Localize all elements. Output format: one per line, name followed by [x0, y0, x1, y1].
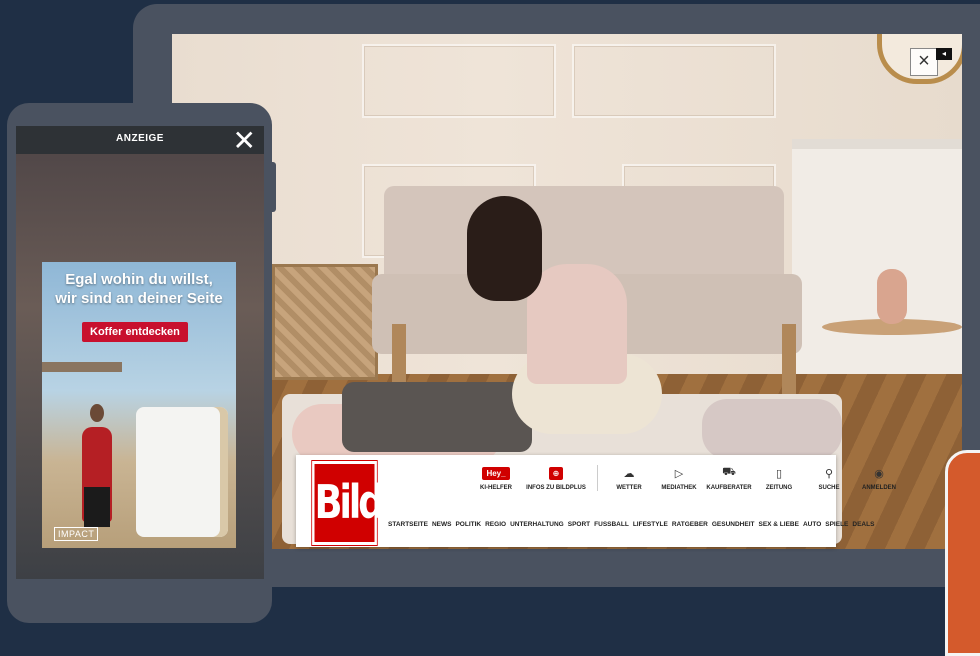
nav-sex-liebe[interactable]: SEX & LIEBE [758, 521, 798, 528]
tool-label: WETTER [616, 485, 642, 491]
nav-fussball[interactable]: FUSSBALL [594, 521, 629, 528]
tool-suche[interactable]: ⚲ SUCHE [804, 465, 854, 492]
fireplace [792, 139, 962, 379]
nav-spiele[interactable]: SPIELE [825, 521, 848, 528]
bild-header: Bild Hey_ KI-HELFER ⊕ INFOS ZU BILDPLUS … [296, 455, 896, 547]
tool-label: MEDIATHEK [661, 485, 697, 491]
tool-kaufberater[interactable]: ⛟ KAUFBERATER [704, 465, 754, 491]
nav-regio[interactable]: REGIO [485, 521, 506, 528]
ad-creative[interactable]: Egal wohin du willst, wir sind an deiner… [42, 262, 236, 548]
umbrella [42, 362, 122, 372]
divider [597, 465, 598, 491]
tool-ki-helfer[interactable]: Hey_ KI-HELFER [471, 465, 521, 491]
hey-icon: Hey_ [482, 466, 510, 480]
person-head [90, 404, 104, 422]
vase [877, 269, 907, 324]
orange-card [945, 450, 980, 656]
play-icon: ▷ [674, 467, 684, 480]
suitcase [136, 407, 228, 537]
brand-logo: IMPACT [54, 527, 99, 541]
phone-side-button [268, 162, 276, 212]
user-icon: ◉ [874, 467, 884, 480]
nav-startseite[interactable]: STARTSEITE [388, 521, 428, 528]
nav-ratgeber[interactable]: RATGEBER [672, 521, 708, 528]
ad-headline: Egal wohin du willst, wir sind an deiner… [42, 270, 236, 308]
person-hair [467, 196, 542, 301]
bild-logo[interactable]: Bild [312, 461, 385, 545]
tool-wetter[interactable]: ☁ WETTER [604, 465, 654, 492]
tool-label: SUCHE [818, 485, 840, 491]
nav-politik[interactable]: POLITIK [455, 521, 481, 528]
nav-gesundheit[interactable]: GESUNDHEIT [712, 521, 755, 528]
ad-header: ANZEIGE ✕ [16, 124, 264, 157]
nav-sport[interactable]: SPORT [568, 521, 590, 528]
person [527, 264, 627, 384]
open-suitcase [342, 382, 532, 452]
close-icon[interactable]: × [910, 48, 938, 76]
tool-anmelden[interactable]: ◉ ANMELDEN [854, 465, 904, 492]
close-icon[interactable]: ✕ [233, 124, 256, 157]
tool-label: KAUFBERATER [706, 485, 752, 491]
tool-mediathek[interactable]: ▷ MEDIATHEK [654, 465, 704, 492]
tool-bildplus[interactable]: ⊕ INFOS ZU BILDPLUS [521, 465, 591, 491]
wall-panel [362, 44, 556, 118]
cloud-icon: ☁ [623, 467, 635, 480]
toolbar: Hey_ KI-HELFER ⊕ INFOS ZU BILDPLUS ☁ WET… [471, 465, 904, 491]
clothes-pile [702, 399, 842, 459]
nav-unterhaltung[interactable]: UNTERHALTUNG [510, 521, 564, 528]
ad-label: ANZEIGE [116, 133, 164, 144]
tool-label: ANMELDEN [862, 485, 896, 491]
cta-button[interactable]: Koffer entdecken [82, 322, 188, 342]
search-icon: ⚲ [824, 467, 834, 480]
nav-deals[interactable]: DEALS [852, 521, 874, 528]
tool-label: ZEITUNG [765, 485, 793, 491]
person-legs [84, 487, 110, 527]
ad-choices-icon[interactable]: ◂ [936, 48, 952, 60]
cart-icon: ⛟ [722, 466, 736, 478]
sofa-leg [782, 324, 796, 394]
wall-panel [572, 44, 776, 118]
bildplus-icon: ⊕ [548, 466, 564, 480]
tool-label: KI-HELFER [480, 485, 512, 491]
ad-headline-line: wir sind an deiner Seite [55, 290, 223, 307]
nav-auto[interactable]: AUTO [803, 521, 821, 528]
newspaper-icon: ▯ [775, 467, 783, 480]
nav-news[interactable]: NEWS [432, 521, 452, 528]
main-nav: STARTSEITE NEWS POLITIK REGIO UNTERHALTU… [388, 521, 874, 528]
tool-label: INFOS ZU BILDPLUS [526, 485, 586, 491]
tool-zeitung[interactable]: ▯ ZEITUNG [754, 465, 804, 492]
nav-lifestyle[interactable]: LIFESTYLE [633, 521, 668, 528]
ad-headline-line: Egal wohin du willst, [65, 271, 213, 288]
side-table [272, 264, 378, 380]
